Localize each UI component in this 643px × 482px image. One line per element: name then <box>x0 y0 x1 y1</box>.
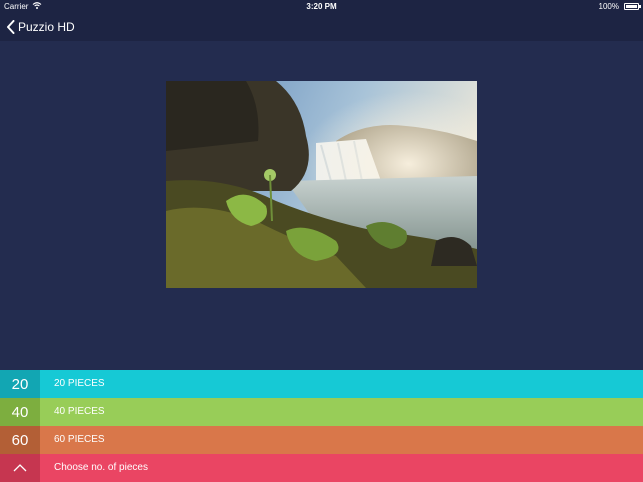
puzzle-preview-image[interactable] <box>166 81 477 288</box>
option-20-number: 20 <box>0 370 40 398</box>
choose-pieces-label: Choose no. of pieces <box>54 462 148 473</box>
option-20-label: 20 PIECES <box>54 378 105 389</box>
status-bar: Carrier 3:20 PM 100% <box>0 0 643 13</box>
choose-pieces-toggle[interactable]: Choose no. of pieces <box>0 454 643 482</box>
option-60-label: 60 PIECES <box>54 434 105 445</box>
navigation-bar: Puzzio HD <box>0 13 643 41</box>
battery-icon <box>624 3 639 10</box>
clock: 3:20 PM <box>306 2 337 11</box>
battery-percent: 100% <box>598 2 619 11</box>
back-label: Puzzio HD <box>18 20 75 34</box>
option-40-number: 40 <box>0 398 40 426</box>
option-40-pieces[interactable]: 40 40 PIECES <box>0 398 643 426</box>
chevron-up-icon[interactable] <box>0 454 40 482</box>
chevron-left-icon <box>6 20 15 34</box>
option-40-label: 40 PIECES <box>54 406 105 417</box>
option-20-pieces[interactable]: 20 20 PIECES <box>0 370 643 398</box>
option-60-number: 60 <box>0 426 40 454</box>
back-button[interactable]: Puzzio HD <box>6 17 75 37</box>
option-60-pieces[interactable]: 60 60 PIECES <box>0 426 643 454</box>
battery-nub <box>639 5 641 8</box>
